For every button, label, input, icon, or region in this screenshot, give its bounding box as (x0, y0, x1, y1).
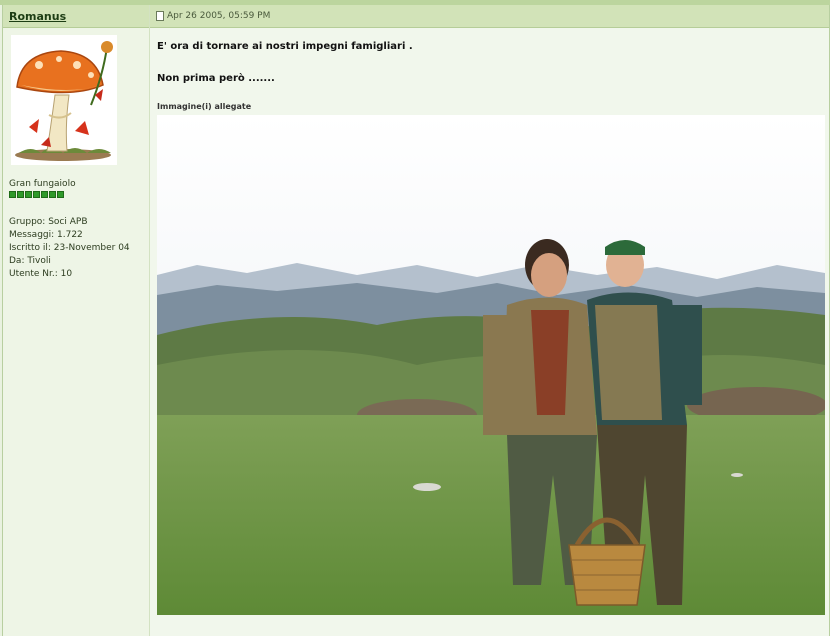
avatar (11, 35, 117, 165)
user-registered: Iscritto il: 23-November 04 (9, 243, 130, 253)
message-line-2: Non prima però ....... (157, 73, 275, 84)
rank-pip (41, 191, 48, 198)
user-info: Gruppo: Soci APB Messaggi: 1.722 Iscritt… (9, 216, 130, 281)
rank-pips (9, 191, 64, 198)
rank-pip (33, 191, 40, 198)
rank-pip (9, 191, 16, 198)
post-body: Apr 26 2005, 05:59 PM E' ora di tornare … (150, 5, 829, 636)
author-panel: Romanus Gran fungaiolo Gruppo: Soci APB … (3, 5, 150, 636)
author-name-link[interactable]: Romanus (9, 10, 66, 23)
post-date: Apr 26 2005, 05:59 PM (156, 11, 270, 21)
user-number: Utente Nr.: 10 (9, 269, 73, 279)
attachments-label: Immagine(i) allegate (157, 102, 252, 111)
mushroom-avatar-icon (11, 35, 117, 165)
rank-pip (49, 191, 56, 198)
document-icon[interactable] (156, 11, 164, 21)
user-location: Da: Tivoli (9, 256, 51, 266)
rank-pip (17, 191, 24, 198)
forum-post: Romanus Gran fungaiolo Gruppo: Soci APB … (2, 5, 830, 636)
attached-photo-image (157, 115, 827, 615)
attached-photo[interactable] (157, 115, 827, 615)
rank-pip (25, 191, 32, 198)
user-post-count: Messaggi: 1.722 (9, 230, 83, 240)
user-group: Gruppo: Soci APB (9, 217, 88, 227)
post-header: Apr 26 2005, 05:59 PM (150, 5, 829, 28)
message-line-1: E' ora di tornare ai nostri impegni fami… (157, 41, 413, 52)
user-rank: Gran fungaiolo (9, 179, 76, 189)
rank-pip (57, 191, 64, 198)
author-header: Romanus (3, 5, 149, 28)
post-date-text: Apr 26 2005, 05:59 PM (167, 11, 271, 21)
